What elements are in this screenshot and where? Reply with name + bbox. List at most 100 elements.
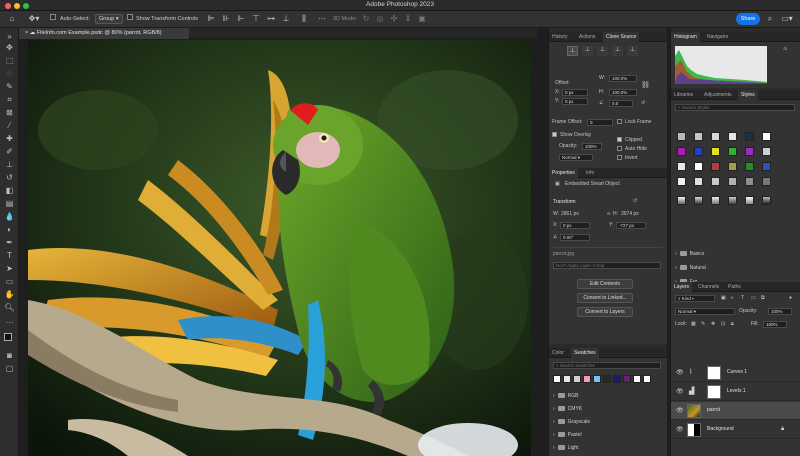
swatch-color[interactable]: [573, 375, 581, 383]
swatch-folder[interactable]: › Pastel: [553, 431, 582, 439]
clipped-checkbox[interactable]: [617, 137, 622, 145]
tab-clone-source[interactable]: Clone Source: [603, 32, 640, 42]
auto-select-dropdown[interactable]: Group ▾: [95, 14, 123, 24]
filter-pixel-icon[interactable]: ▣: [721, 295, 726, 302]
layer-mask-thumbnail[interactable]: [707, 385, 721, 399]
offset-x-field[interactable]: 0 px: [562, 89, 588, 96]
tab-histogram[interactable]: Histogram: [671, 32, 700, 42]
search-styles-input[interactable]: ⌕ Search Styles: [675, 104, 795, 111]
show-overlay-checkbox[interactable]: [552, 132, 557, 140]
style-gradient-swatch[interactable]: [711, 196, 720, 205]
eyedropper-tool-icon[interactable]: ⁄: [4, 120, 15, 131]
layer-row[interactable]: 👁︎ Background 🔒︎: [671, 421, 800, 439]
tab-properties[interactable]: Properties: [549, 168, 578, 178]
type-tool-icon[interactable]: T: [4, 250, 15, 261]
swatch-color[interactable]: [633, 375, 641, 383]
edit-toolbar-icon[interactable]: ···: [4, 317, 15, 328]
clone-source-5-icon[interactable]: ⊥: [627, 46, 638, 56]
link-dimensions-icon[interactable]: ∞: [607, 211, 611, 218]
swatch-folder[interactable]: › RGB: [553, 392, 579, 400]
clone-source-3-icon[interactable]: ⊥: [597, 46, 608, 56]
rectangle-tool-icon[interactable]: ▭: [4, 276, 15, 287]
style-swatch[interactable]: [694, 177, 703, 186]
layer-mask-thumbnail[interactable]: [707, 366, 721, 380]
history-brush-tool-icon[interactable]: ↺: [4, 172, 15, 183]
3d-rotate-icon[interactable]: ↻: [360, 13, 372, 25]
layer-thumbnail[interactable]: [687, 404, 701, 418]
overlay-opacity-field[interactable]: 100%: [582, 143, 602, 150]
tab-color[interactable]: Color: [549, 348, 567, 358]
edit-contents-button[interactable]: Edit Contents: [577, 279, 633, 289]
style-gradient-swatch[interactable]: [677, 196, 686, 205]
align-middle-icon[interactable]: ⊶: [265, 13, 277, 25]
tab-actions[interactable]: Actions: [576, 32, 598, 42]
dodge-tool-icon[interactable]: ◐: [4, 224, 15, 235]
style-swatch[interactable]: [762, 147, 771, 156]
clone-stamp-tool-icon[interactable]: ⊥: [4, 159, 15, 170]
style-gradient-swatch[interactable]: [762, 196, 771, 205]
style-swatch[interactable]: [711, 162, 720, 171]
pen-tool-icon[interactable]: ✒: [4, 237, 15, 248]
style-swatch[interactable]: [711, 132, 720, 141]
style-swatch[interactable]: [762, 177, 771, 186]
align-left-icon[interactable]: ⊫: [205, 13, 217, 25]
invert-checkbox[interactable]: [617, 155, 622, 163]
workspace-icon[interactable]: ▭▾: [780, 13, 794, 25]
convert-to-layers-button[interactable]: Convert to Layers: [577, 307, 633, 317]
width-value[interactable]: 2861 px: [561, 211, 579, 218]
overlay-blend-dropdown[interactable]: Normal ▾: [559, 154, 593, 161]
path-selection-tool-icon[interactable]: ➤: [4, 263, 15, 274]
frame-offset-field[interactable]: 0: [587, 119, 613, 126]
screen-mode-icon[interactable]: ▢: [4, 363, 15, 374]
reset-transform-icon[interactable]: ↺: [641, 100, 645, 107]
quick-select-tool-icon[interactable]: ✎: [4, 81, 15, 92]
layer-thumbnail[interactable]: [687, 423, 701, 437]
tab-navigator[interactable]: Navigator: [704, 32, 731, 42]
tab-channels[interactable]: Channels: [695, 282, 722, 292]
chevron-right-icon[interactable]: ›: [553, 406, 555, 412]
search-icon[interactable]: ⌕: [764, 13, 776, 25]
visibility-icon[interactable]: 👁︎: [676, 369, 684, 376]
layer-row[interactable]: 👁︎ ▟ Levels 1: [671, 383, 800, 401]
style-swatch[interactable]: [728, 147, 737, 156]
more-options-icon[interactable]: ···: [316, 13, 328, 25]
swatch-color[interactable]: [643, 375, 651, 383]
x-field[interactable]: 0 px: [560, 222, 590, 229]
align-bottom-icon[interactable]: ⊥: [280, 13, 292, 25]
share-button[interactable]: Share: [736, 13, 760, 25]
swatch-color[interactable]: [603, 375, 611, 383]
style-swatch[interactable]: [677, 132, 686, 141]
3d-pan-icon[interactable]: ✣: [388, 13, 400, 25]
tab-adjustments[interactable]: Adjustments: [701, 90, 735, 100]
chevron-right-icon[interactable]: ›: [553, 432, 555, 438]
style-swatch[interactable]: [728, 177, 737, 186]
move-tool-preset-icon[interactable]: ✥▾: [26, 13, 42, 25]
tab-paths[interactable]: Paths: [725, 282, 744, 292]
filter-toggle-icon[interactable]: ●: [789, 295, 792, 302]
style-swatch[interactable]: [711, 147, 720, 156]
marquee-tool-icon[interactable]: ⬚: [4, 55, 15, 66]
document-canvas[interactable]: [28, 40, 531, 456]
swatch-color[interactable]: [583, 375, 591, 383]
layer-row[interactable]: 👁︎ ⌇ Curves 1: [671, 364, 800, 382]
style-swatch[interactable]: [745, 147, 754, 156]
lock-paint-icon[interactable]: ✎: [701, 321, 705, 328]
link-scale-icon[interactable]: ⛓: [641, 82, 650, 89]
reset-transform-icon[interactable]: ↺: [633, 198, 637, 205]
swatch-color[interactable]: [613, 375, 621, 383]
3d-roll-icon[interactable]: ◎: [374, 13, 386, 25]
chevron-right-icon[interactable]: ›: [553, 419, 555, 425]
style-folder[interactable]: › Natural: [675, 264, 706, 272]
swatch-color[interactable]: [553, 375, 561, 383]
lock-all-icon[interactable]: 🔒︎: [731, 321, 734, 328]
style-folder[interactable]: › Basics: [675, 250, 704, 258]
eraser-tool-icon[interactable]: ◧: [4, 185, 15, 196]
align-center-icon[interactable]: ⊪: [220, 13, 232, 25]
collapse-toolbar-icon[interactable]: »: [4, 31, 15, 42]
visibility-icon[interactable]: 👁︎: [676, 426, 684, 433]
tab-layers[interactable]: Layers: [671, 282, 693, 292]
blur-tool-icon[interactable]: 💧: [4, 211, 15, 222]
swatch-folder[interactable]: › Grayscale: [553, 418, 590, 426]
filter-type-icon[interactable]: T: [741, 295, 744, 302]
layer-comp-dropdown[interactable]: Don't Apply Layer Comp: [553, 262, 661, 269]
